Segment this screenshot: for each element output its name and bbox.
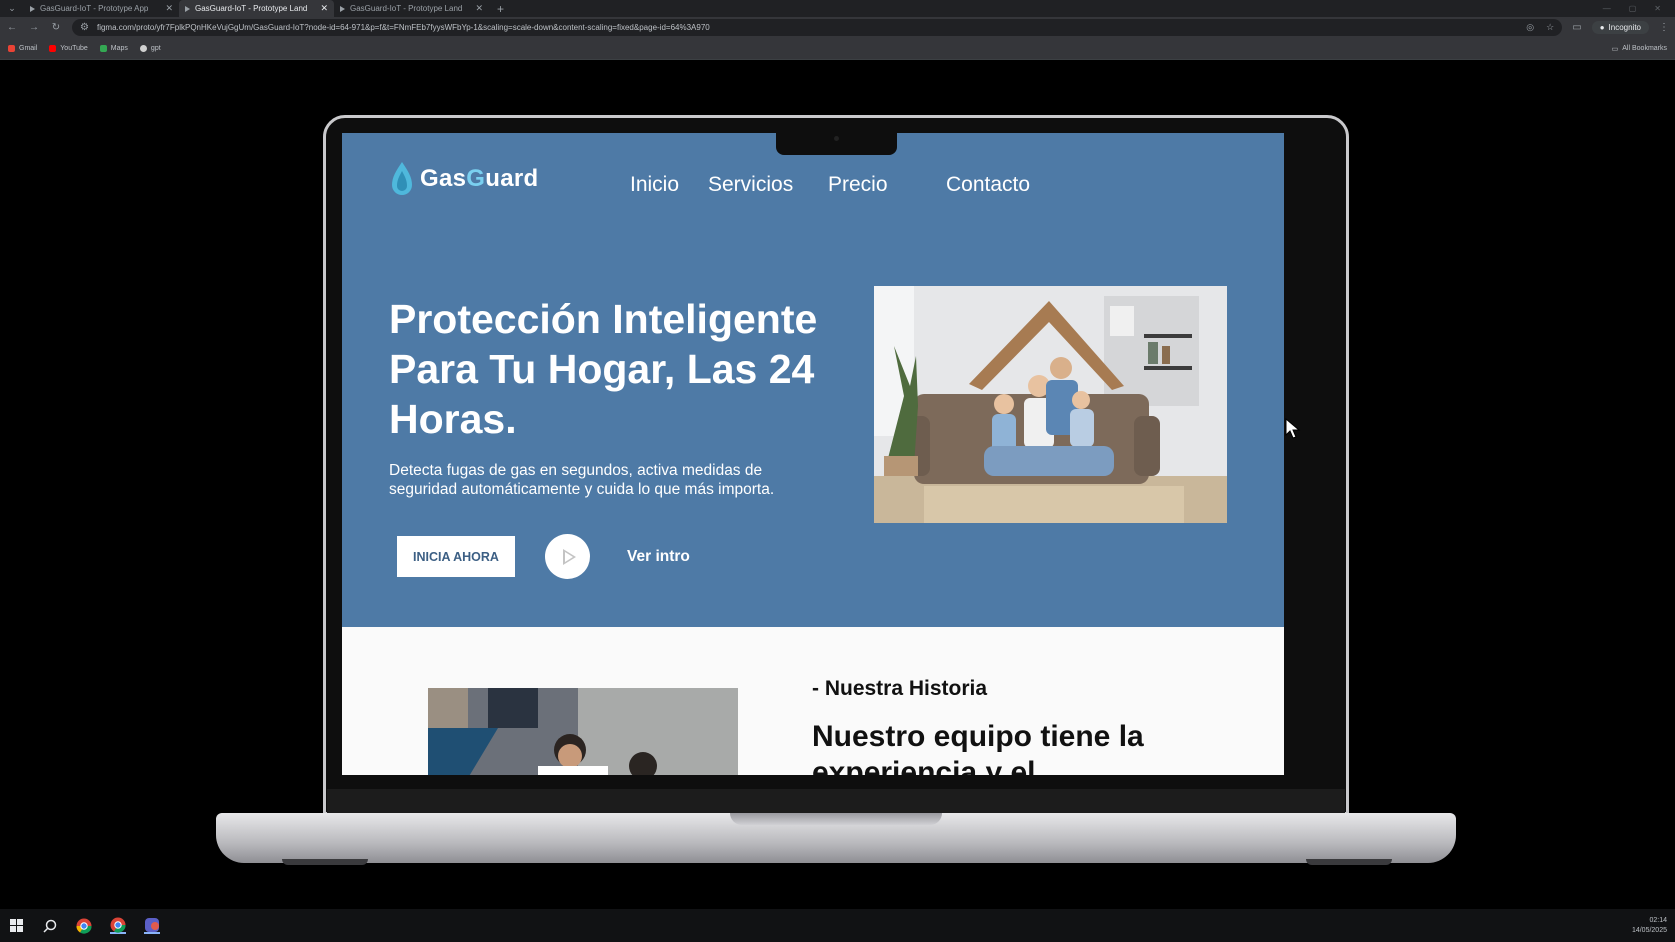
- all-bookmarks-label: All Bookmarks: [1622, 45, 1667, 52]
- cast-icon[interactable]: ▭: [1572, 22, 1581, 33]
- bookmark-label: YouTube: [60, 45, 88, 52]
- bookmark-label: Maps: [110, 45, 128, 52]
- chrome-icon[interactable]: [76, 918, 92, 934]
- address-bar[interactable]: ⚙ figma.com/proto/yfr7FplkPQnHKeVujGgUm/…: [72, 19, 1563, 36]
- nav-servicios[interactable]: Servicios: [708, 173, 793, 197]
- browser-tab-bar: ⌄ GasGuard-IoT - Prototype App ✕ GasGuar…: [0, 0, 1675, 17]
- minimize-icon[interactable]: —: [1603, 4, 1611, 13]
- logo-text-part1: Gas: [420, 165, 467, 192]
- family-photo-illustration: [874, 286, 1227, 523]
- site-info-icon[interactable]: ⚙: [80, 22, 89, 33]
- hero-title: Protección Inteligente Para Tu Hogar, La…: [389, 296, 818, 442]
- mouse-cursor-icon: [1285, 418, 1301, 439]
- figma-play-icon: [30, 5, 35, 12]
- historia-title: Nuestro equipo tiene la experiencia y el: [812, 720, 1144, 775]
- tab-search-chevron-icon[interactable]: ⌄: [0, 0, 24, 17]
- browser-tab-1[interactable]: GasGuard-IoT - Prototype App ✕: [24, 0, 179, 17]
- laptop-foot-right: [1306, 859, 1392, 865]
- tab-label: GasGuard-IoT - Prototype Land: [350, 4, 463, 13]
- family-house-photo: [874, 286, 1227, 523]
- laptop-screen: GasGuard Inicio Servicios Precio Contact…: [342, 133, 1284, 775]
- bookmarks-bar: Gmail YouTube Maps gpt ▭ All Bookmarks: [0, 38, 1675, 60]
- webcam-icon: [834, 136, 839, 141]
- laptop-bezel-bottom: [327, 789, 1345, 813]
- eye-off-icon[interactable]: ◎: [1526, 22, 1534, 33]
- bookmark-label: Gmail: [19, 45, 38, 52]
- incognito-icon: ●: [1599, 23, 1605, 32]
- close-window-icon[interactable]: ✕: [1654, 4, 1661, 13]
- laptop-base-groove: [730, 813, 942, 825]
- menu-kebab-icon[interactable]: ⋮: [1659, 22, 1669, 33]
- historia-section: - Nuestra Historia Nuestro equipo tiene …: [342, 627, 1284, 775]
- os-taskbar: 02:14 14/05/2025: [0, 909, 1675, 942]
- maximize-icon[interactable]: ▢: [1629, 4, 1637, 13]
- bookmark-gpt[interactable]: gpt: [139, 45, 161, 52]
- all-bookmarks[interactable]: ▭ All Bookmarks: [1612, 45, 1667, 53]
- nav-contacto[interactable]: Contacto: [946, 173, 1030, 197]
- close-tab-icon[interactable]: ✕: [165, 3, 173, 14]
- browser-tab-3[interactable]: GasGuard-IoT - Prototype Land ✕: [334, 0, 489, 17]
- logo-text-part3: uard: [485, 165, 539, 192]
- youtube-icon: [49, 45, 57, 52]
- logo-text: GasGuard: [420, 165, 538, 193]
- hero-subtitle: Detecta fugas de gas en segundos, activa…: [389, 462, 775, 498]
- play-intro-button[interactable]: [545, 534, 590, 579]
- figma-play-icon: [185, 5, 190, 12]
- url-text[interactable]: figma.com/proto/yfr7FplkPQnHKeVujGgUm/Ga…: [97, 23, 1518, 32]
- forward-icon[interactable]: →: [28, 22, 40, 33]
- play-icon: [563, 548, 576, 565]
- inicia-ahora-button[interactable]: INICIA AHORA: [397, 536, 515, 577]
- reload-icon[interactable]: ↻: [50, 22, 62, 33]
- close-tab-icon[interactable]: ✕: [475, 3, 483, 14]
- app-icon[interactable]: [144, 917, 160, 934]
- nav-precio[interactable]: Precio: [828, 173, 888, 197]
- browser-tab-2[interactable]: GasGuard-IoT - Prototype Land ✕: [179, 0, 334, 17]
- gpt-icon: [139, 45, 147, 52]
- search-icon[interactable]: [42, 918, 58, 934]
- nav-inicio[interactable]: Inicio: [630, 173, 679, 197]
- system-clock[interactable]: 02:14 14/05/2025: [1632, 916, 1667, 936]
- incognito-label: Incognito: [1608, 23, 1641, 32]
- figma-play-icon: [340, 5, 345, 12]
- team-photo: [428, 688, 738, 775]
- tab-label: GasGuard-IoT - Prototype App: [40, 4, 149, 13]
- bookmark-maps[interactable]: Maps: [99, 45, 128, 52]
- chrome-incognito-icon[interactable]: [110, 917, 126, 934]
- laptop-foot-left: [282, 859, 368, 865]
- clock-date: 14/05/2025: [1631, 926, 1667, 934]
- back-icon[interactable]: ←: [6, 22, 18, 33]
- tab-label: GasGuard-IoT - Prototype Land: [195, 4, 308, 13]
- close-tab-icon[interactable]: ✕: [320, 3, 328, 14]
- gasguard-logo[interactable]: GasGuard: [390, 161, 538, 197]
- bookmark-gmail[interactable]: Gmail: [8, 45, 37, 52]
- hero-section: GasGuard Inicio Servicios Precio Contact…: [342, 133, 1284, 627]
- logo-text-accent: G: [466, 165, 486, 192]
- clock-time: 02:14: [1649, 916, 1667, 924]
- bookmark-label: gpt: [150, 45, 161, 52]
- window-controls: — ▢ ✕: [1603, 4, 1675, 13]
- gas-drop-logo-icon: [392, 162, 412, 195]
- new-tab-button[interactable]: +: [489, 2, 512, 16]
- windows-start-icon[interactable]: [8, 918, 24, 934]
- star-icon[interactable]: ☆: [1546, 22, 1554, 33]
- team-photo-illustration: [428, 688, 738, 775]
- historia-label: - Nuestra Historia: [812, 677, 988, 700]
- gmail-icon: [8, 45, 15, 52]
- browser-toolbar: ← → ↻ ⚙ figma.com/proto/yfr7FplkPQnHKeVu…: [0, 17, 1675, 38]
- folder-icon: ▭: [1611, 45, 1619, 53]
- maps-icon: [99, 45, 107, 52]
- ver-intro-link[interactable]: Ver intro: [627, 548, 690, 566]
- bookmark-youtube[interactable]: YouTube: [49, 45, 88, 52]
- incognito-badge[interactable]: ● Incognito: [1591, 21, 1649, 34]
